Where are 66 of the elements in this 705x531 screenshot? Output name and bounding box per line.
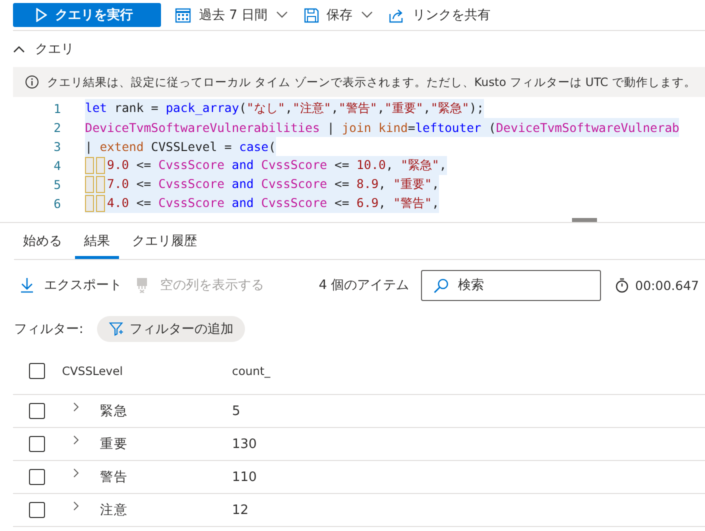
- scrollbar-thumb[interactable]: [572, 218, 597, 222]
- item-count: 4 個のアイテム: [318, 277, 410, 294]
- chevron-down-icon: [276, 11, 288, 19]
- line-number: 3: [52, 140, 62, 154]
- line-number: 4: [52, 158, 62, 172]
- chevron-right-icon[interactable]: [72, 501, 80, 511]
- line-number: 6: [52, 196, 62, 210]
- column-header[interactable]: CVSSLevel: [62, 364, 232, 378]
- chevron-up-icon: [13, 45, 25, 53]
- row-checkbox[interactable]: [29, 469, 45, 485]
- add-filter-button[interactable]: フィルターの追加: [97, 316, 246, 342]
- chevron-right-icon[interactable]: [72, 402, 80, 412]
- export-button[interactable]: エクスポート: [20, 276, 122, 294]
- filter-plus-icon: [109, 322, 124, 336]
- time-range-dropdown[interactable]: 過去 7 日間: [169, 1, 294, 29]
- row-checkbox[interactable]: [29, 436, 45, 452]
- elapsed-time: 00:00.647: [635, 278, 699, 292]
- indent-guide: [96, 157, 105, 174]
- table-cell-text: 注意: [100, 502, 129, 519]
- indent-guide: [85, 176, 94, 193]
- save-dropdown[interactable]: 保存: [298, 1, 379, 29]
- code-line: 4.0 <= CvssScore and CvssScore <= 6.9, "警告",: [107, 195, 440, 212]
- filter-label: フィルター:: [14, 321, 84, 338]
- line-number: 2: [52, 120, 62, 134]
- code-editor[interactable]: [0, 97, 705, 223]
- play-icon: [35, 8, 47, 22]
- notice-text: クエリ結果は、設定に従ってローカル タイム ゾーンで表示されます。ただし、Kusto フィルターは UTC で動作します。: [47, 74, 696, 90]
- table-cell-text: 緊急: [100, 403, 129, 420]
- share-link-button[interactable]: リンクを共有: [382, 1, 497, 29]
- results-tab[interactable]: 結果: [75, 223, 119, 259]
- search-field[interactable]: 検索: [421, 270, 602, 300]
- calendar-icon: [175, 7, 191, 23]
- line-number: 1: [52, 102, 62, 116]
- table-cell: 12: [232, 502, 249, 518]
- table-cell: 130: [232, 436, 257, 452]
- search-icon: [433, 278, 450, 294]
- chevron-down-icon: [360, 11, 373, 19]
- code-line: DeviceTvmSoftwareVulnerabilities | join kind=leftouter (DeviceTvmSoftwareVulnerab: [85, 120, 680, 134]
- chevron-right-icon[interactable]: [72, 468, 80, 478]
- indent-guide: [85, 195, 94, 212]
- run-query-button[interactable]: クエリを実行: [13, 3, 161, 27]
- code-line: 9.0 <= CvssScore and CvssScore <= 10.0, "緊急",: [107, 157, 447, 174]
- row-checkbox[interactable]: [29, 363, 45, 379]
- download-icon: [20, 277, 34, 293]
- row-checkbox[interactable]: [29, 502, 45, 518]
- table-cell: 110: [232, 470, 257, 484]
- row-checkbox[interactable]: [29, 403, 45, 419]
- table-cell: 5: [232, 404, 240, 418]
- indent-guide: [85, 157, 94, 174]
- code-line: let rank = pack_array("なし","注意","警告","重要","緊急");: [85, 100, 484, 117]
- info-icon: [25, 75, 39, 89]
- chevron-right-icon[interactable]: [72, 435, 80, 445]
- share-arrow-icon: [388, 8, 405, 22]
- table-cell-text: 重要: [100, 436, 129, 453]
- indent-guide: [96, 176, 105, 193]
- line-number: 5: [52, 178, 62, 192]
- code-line: 7.0 <= CvssScore and CvssScore <= 8.9, "重要",: [107, 176, 440, 193]
- stopwatch-icon: [615, 278, 630, 292]
- results-tab[interactable]: クエリ履歴: [123, 223, 206, 259]
- results-tab[interactable]: 始める: [14, 223, 71, 259]
- query-section-toggle[interactable]: クエリ: [0, 31, 74, 67]
- table-cell-text: 警告: [100, 469, 129, 486]
- indent-guide: [96, 195, 105, 212]
- column-header[interactable]: count_: [232, 364, 270, 378]
- column-icon: [134, 277, 150, 293]
- code-line: | extend CVSSLevel = case(: [85, 140, 276, 154]
